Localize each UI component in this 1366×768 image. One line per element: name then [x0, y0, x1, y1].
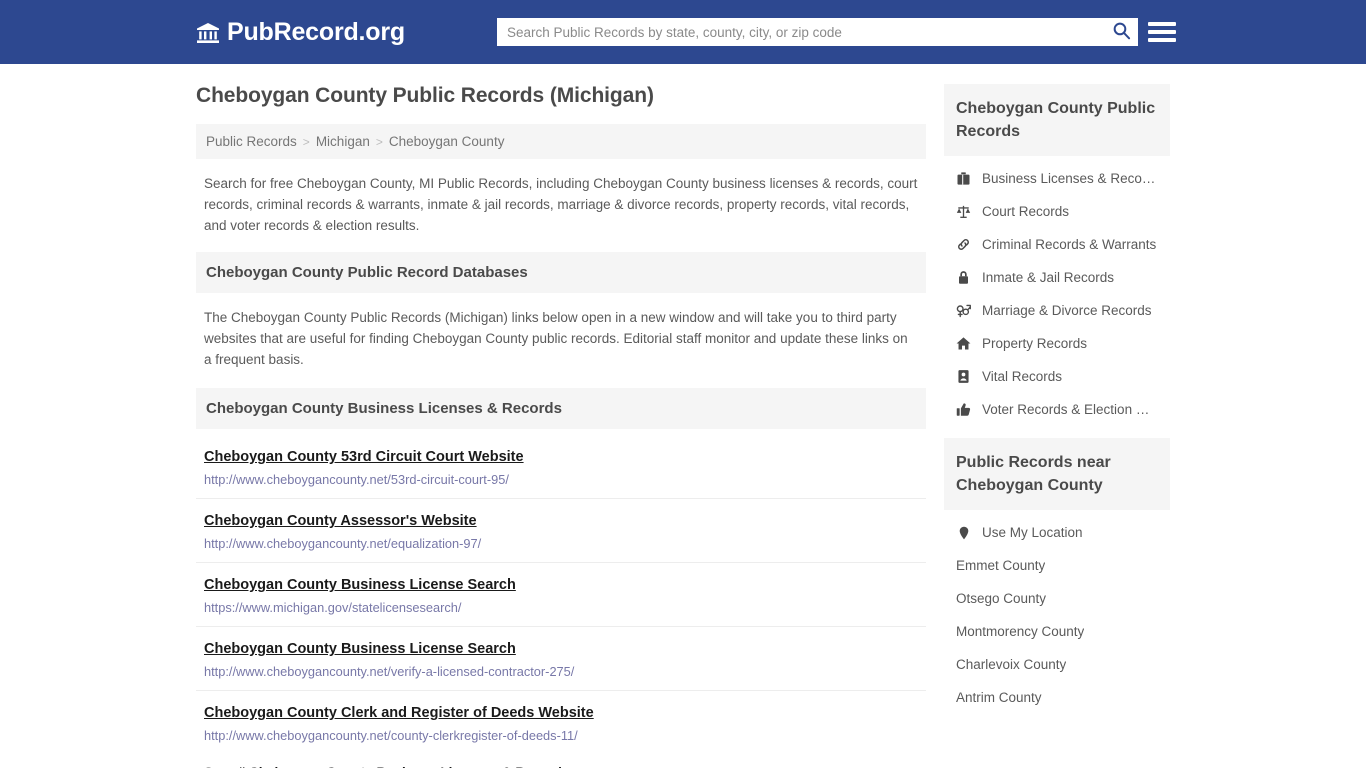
- site-logo-text: PubRecord.org: [227, 17, 405, 46]
- list-item[interactable]: Cheboygan County Clerk and Register of D…: [196, 691, 926, 754]
- sidebar-item-court-records[interactable]: Court Records: [944, 195, 1170, 228]
- sidebar-item-charlevoix-county[interactable]: Charlevoix County: [944, 648, 1170, 681]
- sidebar-item-otsego-county[interactable]: Otsego County: [944, 582, 1170, 615]
- sidebar-item-label: Montmorency County: [956, 624, 1085, 639]
- chain-link-icon: [956, 237, 971, 252]
- sidebar-card-records: Cheboygan County Public Records Business…: [944, 84, 1170, 426]
- search-input[interactable]: [497, 18, 1104, 46]
- search-bar[interactable]: [497, 18, 1138, 46]
- sidebar-card-records-title: Cheboygan County Public Records: [944, 84, 1170, 156]
- record-link-url[interactable]: http://www.cheboygancounty.net/equalizat…: [204, 536, 918, 551]
- sidebar-item-antrim-county[interactable]: Antrim County: [944, 681, 1170, 714]
- bank-building-icon: [196, 21, 220, 45]
- map-pin-icon: [956, 525, 971, 540]
- record-link-title[interactable]: Cheboygan County Assessor's Website: [204, 513, 477, 529]
- sidebar-item-label: Inmate & Jail Records: [982, 270, 1115, 285]
- hamburger-menu-icon: [1148, 38, 1176, 42]
- record-link-list: Cheboygan County 53rd Circuit Court Webs…: [196, 429, 926, 754]
- chevron-right-icon: >: [302, 134, 310, 149]
- venus-mars-icon: [956, 303, 971, 318]
- scales-icon: [956, 204, 971, 219]
- site-header: PubRecord.org: [0, 0, 1366, 64]
- sidebar-item-montmorency-county[interactable]: Montmorency County: [944, 615, 1170, 648]
- sidebar-item-marriage-divorce-records[interactable]: Marriage & Divorce Records: [944, 294, 1170, 327]
- page-container: Cheboygan County Public Records (Michiga…: [0, 64, 1366, 768]
- sidebar: Cheboygan County Public Records Business…: [944, 84, 1170, 768]
- sidebar-item-label: Voter Records & Election R…: [982, 402, 1158, 417]
- breadcrumb-item-michigan[interactable]: Michigan: [316, 134, 370, 149]
- sidebar-item-label: Criminal Records & Warrants: [982, 237, 1157, 252]
- sidebar-item-label: Court Records: [982, 204, 1070, 219]
- sidebar-item-label: Property Records: [982, 336, 1088, 351]
- sidebar-nearby-list: Use My Location Emmet County Otsego Coun…: [944, 510, 1170, 714]
- list-item[interactable]: Cheboygan County Business License Search…: [196, 563, 926, 627]
- sidebar-item-label: Marriage & Divorce Records: [982, 303, 1152, 318]
- page-title: Cheboygan County Public Records (Michiga…: [196, 84, 654, 107]
- section-header-business-licenses: Cheboygan County Business Licenses & Rec…: [196, 388, 926, 429]
- sidebar-records-list: Business Licenses & Records Court Record…: [944, 156, 1170, 426]
- sidebar-item-use-my-location[interactable]: Use My Location: [944, 516, 1170, 549]
- page-intro-text: Search for free Cheboygan County, MI Pub…: [204, 176, 918, 233]
- sidebar-item-label: Otsego County: [956, 591, 1047, 606]
- main-column: Cheboygan County Public Records (Michiga…: [196, 84, 926, 768]
- record-link-title[interactable]: Cheboygan County Business License Search: [204, 641, 516, 657]
- hamburger-menu-button[interactable]: [1148, 18, 1178, 46]
- section-header-databases: Cheboygan County Public Record Databases: [196, 252, 926, 293]
- search-button[interactable]: [1104, 18, 1138, 46]
- breadcrumb: Public Records > Michigan > Cheboygan Co…: [196, 124, 926, 159]
- id-card-icon: [956, 369, 971, 384]
- sidebar-item-label: Antrim County: [956, 690, 1042, 705]
- lock-icon: [956, 270, 971, 285]
- record-link-url[interactable]: http://www.cheboygancounty.net/53rd-circ…: [204, 472, 918, 487]
- sidebar-item-label: Vital Records: [982, 369, 1063, 384]
- hamburger-menu-icon: [1148, 30, 1176, 34]
- record-link-title[interactable]: Cheboygan County Business License Search: [204, 577, 516, 593]
- sidebar-item-emmet-county[interactable]: Emmet County: [944, 549, 1170, 582]
- sidebar-item-label: Emmet County: [956, 558, 1046, 573]
- sidebar-item-vital-records[interactable]: Vital Records: [944, 360, 1170, 393]
- list-item[interactable]: Cheboygan County Business License Search…: [196, 627, 926, 691]
- sidebar-item-label: Use My Location: [982, 525, 1083, 540]
- record-link-title[interactable]: Cheboygan County 53rd Circuit Court Webs…: [204, 449, 524, 465]
- sidebar-item-business-licenses[interactable]: Business Licenses & Records: [944, 162, 1170, 195]
- sidebar-item-inmate-jail-records[interactable]: Inmate & Jail Records: [944, 261, 1170, 294]
- sidebar-item-label: Business Licenses & Records: [982, 171, 1158, 186]
- chevron-right-icon: >: [375, 134, 383, 149]
- record-link-url[interactable]: https://www.michigan.gov/statelicensesea…: [204, 600, 918, 615]
- hamburger-menu-icon: [1148, 22, 1176, 26]
- search-icon: [1112, 21, 1131, 43]
- home-icon: [956, 336, 971, 351]
- list-item[interactable]: Cheboygan County 53rd Circuit Court Webs…: [196, 435, 926, 499]
- see-all-row: See all Cheboygan County Business Licens…: [196, 754, 926, 768]
- sidebar-item-property-records[interactable]: Property Records: [944, 327, 1170, 360]
- sidebar-item-criminal-records[interactable]: Criminal Records & Warrants: [944, 228, 1170, 261]
- sidebar-item-label: Charlevoix County: [956, 657, 1067, 672]
- record-link-url[interactable]: http://www.cheboygancounty.net/county-cl…: [204, 728, 918, 743]
- site-logo[interactable]: PubRecord.org: [196, 18, 405, 47]
- breadcrumb-item-public-records[interactable]: Public Records: [206, 134, 297, 149]
- section-body-databases: The Cheboygan County Public Records (Mic…: [204, 310, 908, 367]
- record-link-url[interactable]: http://www.cheboygancounty.net/verify-a-…: [204, 664, 918, 679]
- breadcrumb-item-cheboygan-county[interactable]: Cheboygan County: [389, 134, 505, 149]
- briefcase-icon: [956, 171, 971, 186]
- list-item[interactable]: Cheboygan County Assessor's Website http…: [196, 499, 926, 563]
- sidebar-card-nearby: Public Records near Cheboygan County Use…: [944, 438, 1170, 714]
- sidebar-card-nearby-title: Public Records near Cheboygan County: [944, 438, 1170, 510]
- thumbs-up-icon: [956, 402, 971, 417]
- sidebar-item-voter-records[interactable]: Voter Records & Election R…: [944, 393, 1170, 426]
- record-link-title[interactable]: Cheboygan County Clerk and Register of D…: [204, 705, 594, 721]
